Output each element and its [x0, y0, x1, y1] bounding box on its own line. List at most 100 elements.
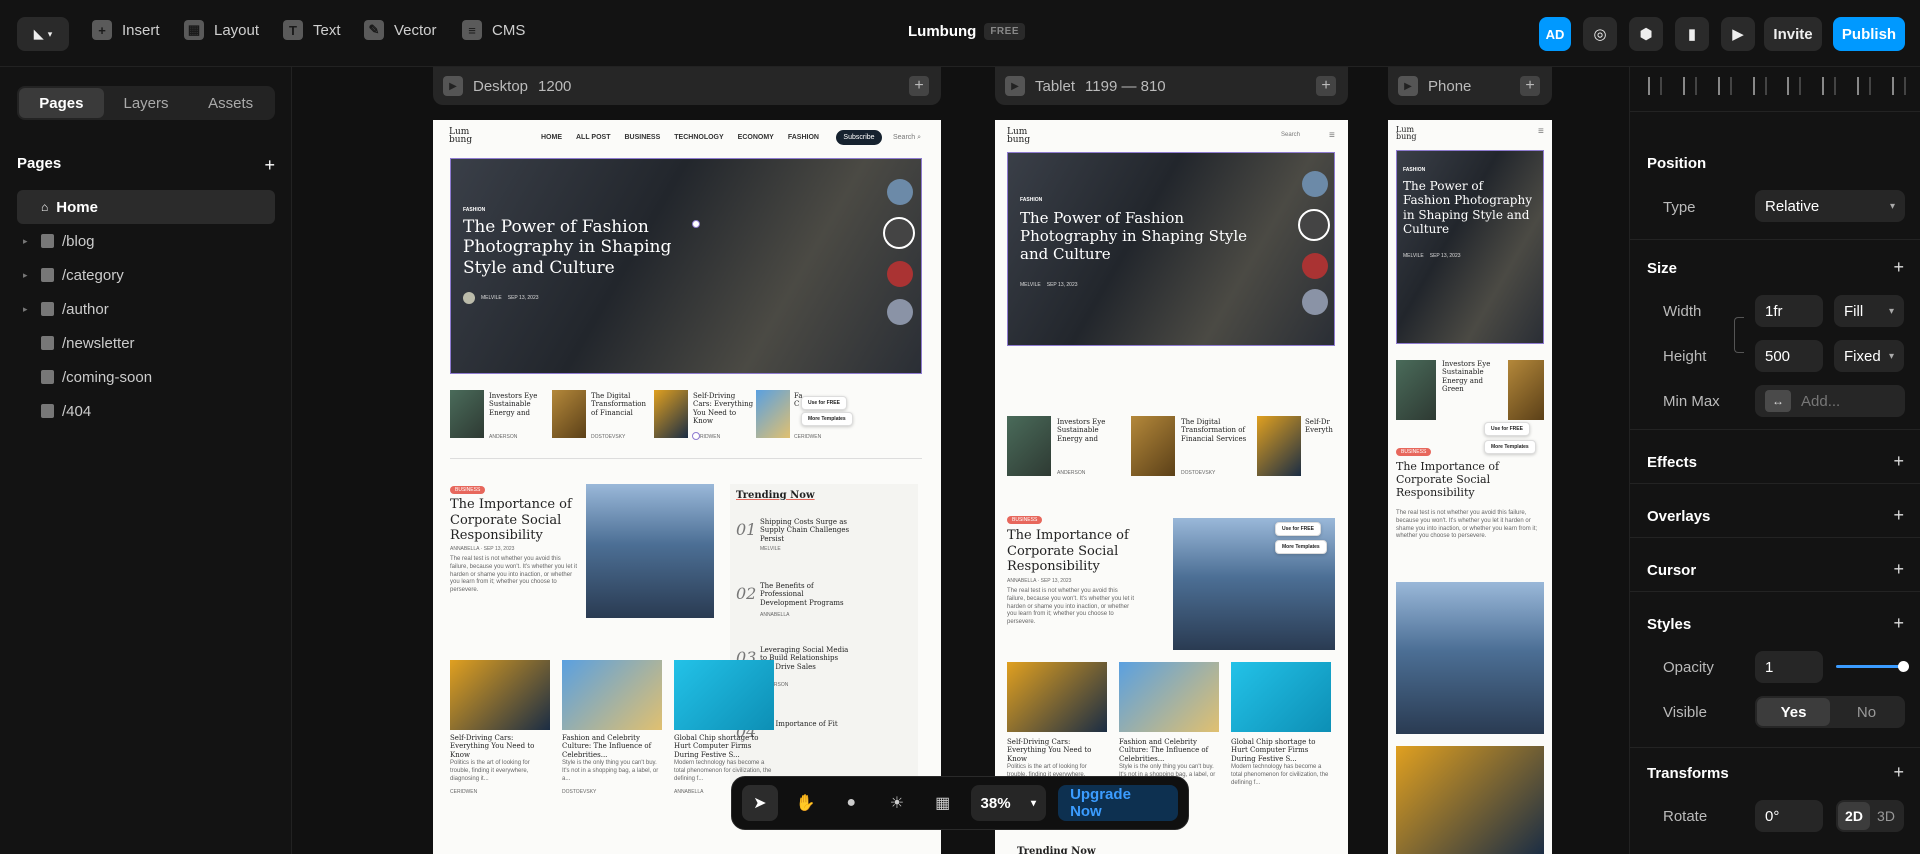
more-templates-chip[interactable]: More Templates: [801, 412, 853, 426]
desktop-frame[interactable]: Lum bung HOME ALL POST BUSINESS TECHNOLO…: [433, 120, 941, 854]
nav-technology[interactable]: TECHNOLOGY: [674, 134, 723, 141]
chevron-right-icon[interactable]: ▸: [23, 236, 33, 247]
subscribe-button[interactable]: Subscribe: [836, 130, 882, 145]
select-tool-icon[interactable]: ➤: [742, 785, 778, 821]
play-preview-icon[interactable]: ▶: [1721, 17, 1755, 51]
hero-thumb-4[interactable]: [887, 299, 913, 325]
hero-thumb-3[interactable]: [1302, 253, 1328, 279]
hero-thumb-2[interactable]: [1298, 209, 1330, 241]
card-image[interactable]: [756, 390, 790, 438]
hero-thumb-4[interactable]: [1302, 289, 1328, 315]
card-image[interactable]: [1131, 416, 1175, 476]
width-input[interactable]: 1fr: [1755, 295, 1823, 327]
feature-image[interactable]: [1396, 582, 1544, 734]
page-item-newsletter[interactable]: /newsletter: [17, 326, 275, 360]
rotate-input[interactable]: 0°: [1755, 800, 1823, 832]
grid-image[interactable]: [1119, 662, 1219, 732]
width-mode-select[interactable]: Fill ▾: [1834, 295, 1904, 327]
more-templates-chip[interactable]: More Templates: [1484, 440, 1536, 454]
nav-fashion[interactable]: FASHION: [788, 134, 819, 141]
card-title[interactable]: Investors Eye Sustainable Energy and: [489, 392, 551, 417]
play-icon[interactable]: ▶: [443, 76, 463, 96]
plus-icon[interactable]: +: [1893, 559, 1904, 580]
card-image[interactable]: [1508, 360, 1544, 420]
grid-title[interactable]: Global Chip shortage to Hurt Computer Fi…: [674, 734, 774, 759]
grid-tool-icon[interactable]: ▦: [925, 785, 961, 821]
hero-section[interactable]: FASHION The Power of Fashion Photography…: [450, 158, 922, 374]
visible-yes[interactable]: Yes: [1757, 698, 1830, 726]
plus-icon[interactable]: +: [1893, 762, 1904, 783]
hero-section[interactable]: FASHION The Power of Fashion Photography…: [1396, 150, 1544, 344]
height-input[interactable]: 500: [1755, 340, 1823, 372]
card-image[interactable]: [654, 390, 688, 438]
visible-no[interactable]: No: [1830, 698, 1903, 726]
use-free-chip[interactable]: Use for FREE: [1275, 522, 1321, 536]
insert-button[interactable]: + Insert: [92, 20, 160, 40]
plus-icon[interactable]: +: [1893, 451, 1904, 472]
theme-toggle-icon[interactable]: ☀: [879, 785, 915, 821]
play-icon[interactable]: ▶: [1005, 76, 1025, 96]
align-bottom-icon[interactable]: [1822, 77, 1837, 95]
hero-thumb-2[interactable]: [883, 217, 915, 249]
page-item-home[interactable]: ⌂ Home: [17, 190, 275, 224]
use-free-chip[interactable]: Use for FREE: [801, 396, 847, 410]
align-right-icon[interactable]: [1717, 77, 1732, 95]
menu-icon[interactable]: ≡: [1329, 130, 1335, 141]
nav-economy[interactable]: ECONOMY: [738, 134, 774, 141]
tab-layers[interactable]: Layers: [104, 88, 189, 118]
category-tag[interactable]: BUSINESS: [450, 486, 486, 494]
invite-button[interactable]: Invite: [1764, 17, 1822, 51]
more-templates-chip[interactable]: More Templates: [1275, 540, 1327, 554]
card-image[interactable]: [1257, 416, 1301, 476]
comment-tool-icon[interactable]: ●: [833, 785, 869, 821]
distribute-v-icon[interactable]: [1891, 77, 1906, 95]
card-image[interactable]: [1007, 416, 1051, 476]
play-icon[interactable]: ▶: [1398, 76, 1418, 96]
opacity-input[interactable]: 1: [1755, 651, 1823, 683]
card-title[interactable]: Self-Driving Cars: Everything You Need t…: [693, 392, 755, 426]
grid-image[interactable]: [450, 660, 550, 730]
page-item-blog[interactable]: ▸/blog: [17, 224, 275, 258]
cursor-section[interactable]: Cursor: [1647, 562, 1696, 579]
mode-3d[interactable]: 3D: [1870, 802, 1902, 830]
add-breakpoint-icon[interactable]: +: [1316, 76, 1336, 96]
site-search[interactable]: Search: [1281, 132, 1300, 138]
feature-image[interactable]: [1173, 518, 1335, 650]
trending-item[interactable]: The Benefits of Professional Development…: [760, 582, 850, 607]
framer-menu-button[interactable]: ◣ ▾: [17, 17, 69, 51]
align-left-icon[interactable]: [1648, 77, 1662, 95]
distribute-h-icon[interactable]: [1857, 77, 1872, 95]
card-image[interactable]: [450, 390, 484, 438]
plus-icon[interactable]: +: [1893, 257, 1904, 278]
grid-image[interactable]: [1396, 746, 1544, 854]
canvas[interactable]: ▶ Desktop 1200 + ▶ Tablet 1199 — 810 + ▶ Phone +…: [292, 67, 1629, 854]
chevron-right-icon[interactable]: ▸: [23, 270, 33, 281]
hero-thumb-1[interactable]: [1302, 171, 1328, 197]
nav-home[interactable]: HOME: [541, 134, 562, 141]
feature-image[interactable]: [586, 484, 714, 618]
analytics-icon[interactable]: ▮: [1675, 17, 1709, 51]
phone-frame[interactable]: Lum bung ≡ FASHION The Power of Fashion …: [1388, 120, 1552, 854]
upgrade-button[interactable]: Upgrade Now: [1058, 785, 1178, 821]
settings-hex-icon[interactable]: ⬢: [1629, 17, 1663, 51]
effects-section[interactable]: Effects: [1647, 454, 1697, 471]
slider-knob[interactable]: [1898, 661, 1909, 672]
use-free-chip[interactable]: Use for FREE: [1484, 422, 1530, 436]
nav-business[interactable]: BUSINESS: [624, 134, 660, 141]
resize-handle[interactable]: [692, 220, 700, 228]
desktop-frame-header[interactable]: ▶ Desktop 1200 +: [433, 67, 941, 105]
chevron-right-icon[interactable]: ▸: [23, 304, 33, 315]
hero-thumb-3[interactable]: [887, 261, 913, 287]
nav-all-post[interactable]: ALL POST: [576, 134, 610, 141]
grid-image[interactable]: [674, 660, 774, 730]
project-title[interactable]: Lumbung FREE: [908, 23, 1025, 40]
align-top-icon[interactable]: [1752, 77, 1767, 95]
hero-section[interactable]: FASHION The Power of Fashion Photography…: [1007, 152, 1335, 346]
layout-button[interactable]: ▦ Layout: [184, 20, 259, 40]
aspect-lock-icon[interactable]: [1734, 317, 1744, 353]
height-mode-select[interactable]: Fixed ▾: [1834, 340, 1904, 372]
card-image[interactable]: [552, 390, 586, 438]
overlays-section[interactable]: Overlays: [1647, 508, 1710, 525]
site-logo[interactable]: Lum bung: [449, 128, 479, 145]
page-item-category[interactable]: ▸/category: [17, 258, 275, 292]
